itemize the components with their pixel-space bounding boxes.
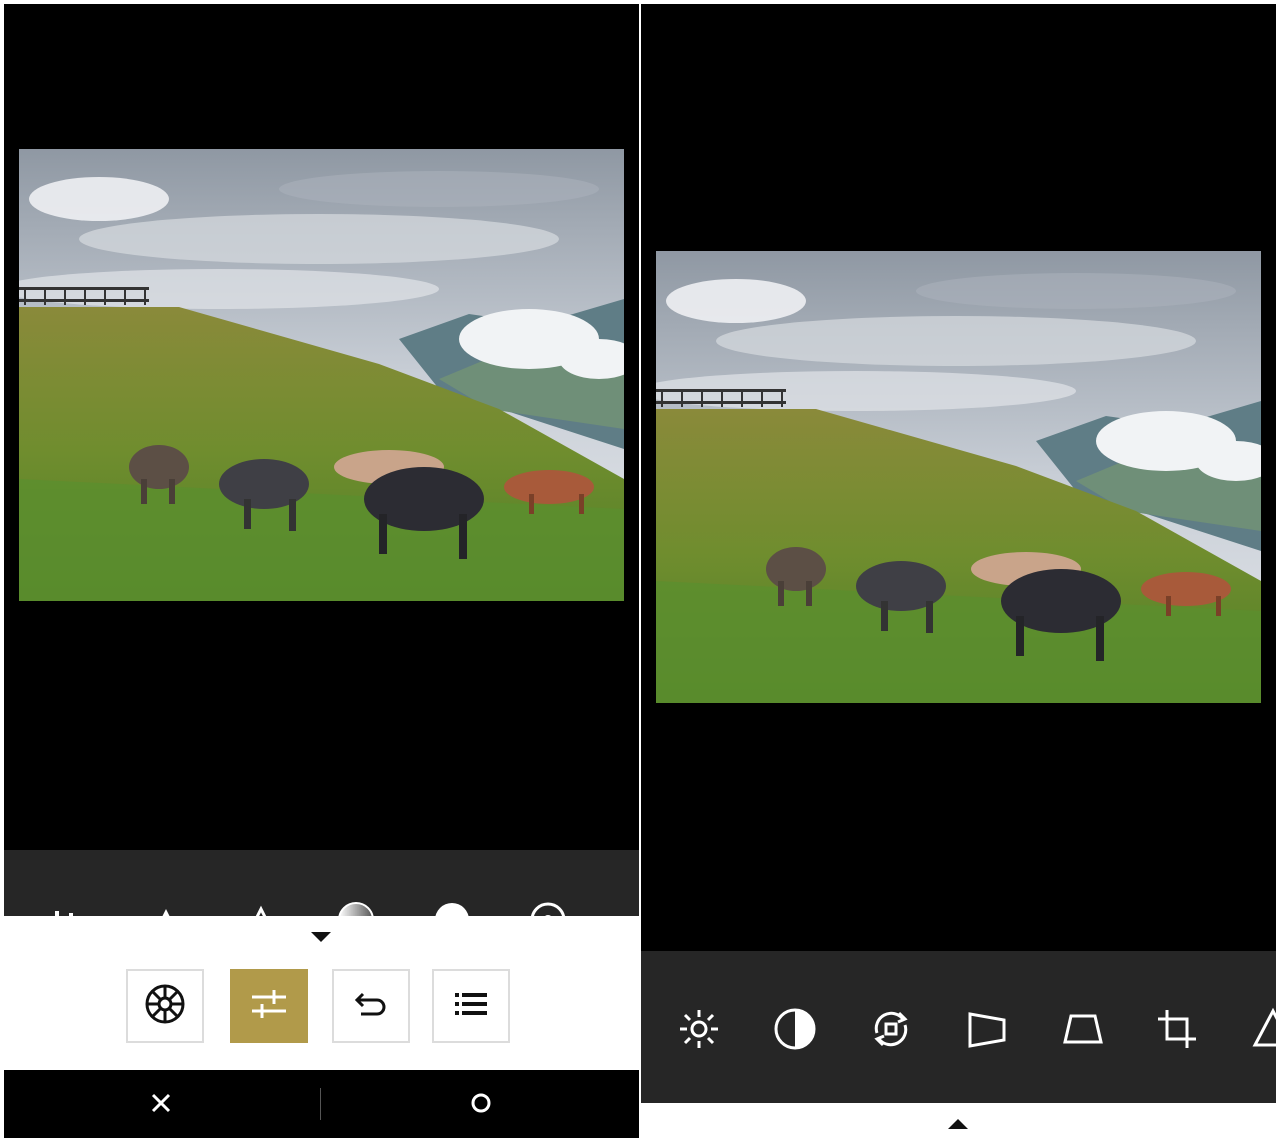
rotate-icon[interactable] [867,1005,915,1053]
undo-button[interactable] [332,969,410,1043]
sliders-icon [248,983,290,1030]
aperture-button[interactable] [126,969,204,1043]
trapezoid-icon[interactable] [1059,1005,1107,1053]
highlights-icon[interactable] [241,900,281,916]
divider [320,1088,321,1120]
confirm-button[interactable] [464,1088,498,1122]
collapse-caret-icon[interactable] [311,932,331,942]
aperture-icon [144,983,186,1030]
bottom-sheet-handle [641,1103,1276,1138]
landscape-photo [656,251,1261,703]
vignette-icon[interactable] [432,900,472,916]
list-icon [451,984,491,1029]
list-button[interactable] [432,969,510,1043]
tool-strip [4,850,639,916]
landscape-photo [19,149,624,601]
color-temp-icon[interactable] [528,900,568,916]
mode-bar [4,916,639,1070]
right-editor-screen [641,4,1276,1138]
crop-icon[interactable] [1153,1005,1201,1053]
close-icon [150,1092,172,1119]
cancel-button[interactable] [144,1088,178,1122]
action-bar [4,1070,639,1138]
perspective-icon[interactable] [963,1005,1011,1053]
circle-icon [469,1091,493,1120]
undo-icon [351,984,391,1029]
tool-bar [641,951,1276,1103]
brightness-icon[interactable] [675,1005,723,1053]
gradient-icon[interactable] [336,900,376,916]
histogram-icon[interactable] [46,900,86,916]
expand-caret-icon[interactable] [948,1119,968,1129]
sliders-button[interactable] [230,969,308,1043]
contrast-icon[interactable] [771,1005,819,1053]
sharpen-icon[interactable] [146,900,186,916]
left-editor-screen [4,4,639,1138]
triangle-icon[interactable] [1249,1005,1276,1053]
